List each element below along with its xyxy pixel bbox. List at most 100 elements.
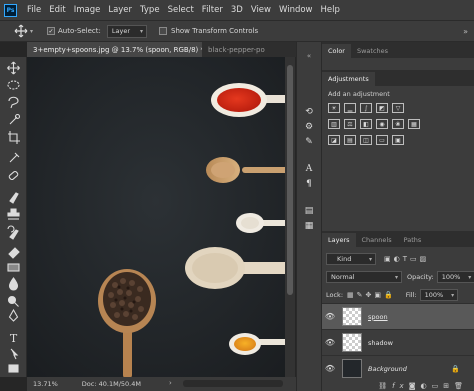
layer-name[interactable]: shadow: [368, 339, 393, 347]
zoom-level[interactable]: 13.71%: [33, 380, 58, 388]
layer-row-shadow[interactable]: 👁 shadow: [322, 329, 474, 355]
layer-filter-icons[interactable]: ▣◐T▭▨: [384, 255, 429, 263]
menu-file[interactable]: File: [27, 5, 41, 15]
character-icon[interactable]: A: [297, 161, 321, 176]
brush-settings-icon[interactable]: ✎: [297, 134, 321, 149]
status-bar: 13.71% Doc: 40.1M/50.4M ›: [27, 377, 296, 391]
collapse-icon[interactable]: «: [297, 52, 321, 64]
eyedropper-icon[interactable]: [9, 152, 20, 163]
properties-icon[interactable]: ⚙: [297, 119, 321, 134]
add-adjustment-label: Add an adjustment: [328, 90, 390, 98]
type-icon[interactable]: T: [10, 332, 18, 345]
vertical-scrollbar[interactable]: [285, 57, 295, 377]
posterize-icon[interactable]: ▤: [344, 135, 356, 145]
crop-icon[interactable]: [8, 131, 20, 144]
chevron-down-icon[interactable]: ▾: [30, 28, 33, 35]
adjustment-layer-icon[interactable]: ◐: [421, 382, 432, 390]
layer-filter-kind-dropdown[interactable]: Kind: [326, 253, 376, 265]
menu-layer[interactable]: Layer: [108, 5, 132, 15]
opacity-field[interactable]: 100%: [436, 271, 474, 283]
gradient-map-icon[interactable]: ▭: [376, 135, 388, 145]
move-tool-icon[interactable]: [14, 24, 28, 38]
color-lookup-icon[interactable]: ▦: [408, 119, 420, 129]
group-icon[interactable]: ▭: [432, 382, 444, 390]
styles-icon[interactable]: ▦: [297, 218, 321, 233]
lock-icons[interactable]: ▦✎✥▣🔒: [347, 291, 396, 299]
stamp-icon[interactable]: [7, 208, 20, 220]
history-icon[interactable]: ⟲: [297, 104, 321, 119]
mask-icon[interactable]: ◙: [409, 382, 421, 390]
photo-filter-icon[interactable]: ◉: [376, 119, 388, 129]
visibility-eye-icon[interactable]: 👁: [322, 364, 338, 373]
pen-icon[interactable]: [8, 308, 19, 322]
fx-icon[interactable]: fx: [392, 382, 409, 390]
invert-icon[interactable]: ◪: [328, 135, 340, 145]
tab-layers[interactable]: Layers: [322, 233, 356, 247]
menu-view[interactable]: View: [251, 5, 271, 15]
tab-channels[interactable]: Channels: [356, 233, 398, 247]
collapse-icon[interactable]: »: [463, 27, 468, 36]
tab-paths[interactable]: Paths: [398, 233, 428, 247]
new-layer-icon[interactable]: ⊞: [443, 382, 454, 390]
selective-color-icon[interactable]: ▣: [392, 135, 404, 145]
paragraph-icon[interactable]: ¶: [297, 176, 321, 191]
healing-icon[interactable]: [8, 170, 19, 181]
path-select-icon[interactable]: [10, 348, 19, 360]
rectangle-icon[interactable]: [8, 364, 19, 373]
marquee-icon[interactable]: [7, 80, 20, 90]
tab-color[interactable]: Color: [322, 44, 351, 58]
brightness-contrast-icon[interactable]: ☀: [328, 103, 340, 113]
link-icon[interactable]: ⛓: [378, 382, 392, 390]
menu-type[interactable]: Type: [140, 5, 160, 15]
status-arrow-icon[interactable]: ›: [169, 379, 172, 387]
blur-icon[interactable]: [8, 277, 19, 291]
tab-swatches[interactable]: Swatches: [351, 44, 394, 58]
layer-row-background[interactable]: 👁 Background 🔒: [322, 355, 474, 381]
menu-window[interactable]: Window: [279, 5, 313, 15]
dodge-icon[interactable]: [7, 295, 19, 307]
show-transform-checkbox[interactable]: [159, 27, 168, 35]
move-icon[interactable]: [7, 61, 20, 75]
layer-row-spoon[interactable]: 👁 spoon: [322, 303, 474, 329]
menu-3d[interactable]: 3D: [231, 5, 243, 15]
auto-select-checkbox[interactable]: ✓: [47, 27, 56, 35]
eraser-icon[interactable]: [8, 247, 20, 259]
menu-filter[interactable]: Filter: [202, 5, 223, 15]
horizontal-scrollbar[interactable]: [183, 380, 283, 387]
layer-name[interactable]: spoon: [368, 313, 388, 321]
blend-mode-dropdown[interactable]: Normal: [326, 271, 402, 283]
visibility-eye-icon[interactable]: 👁: [322, 338, 338, 347]
menu-image[interactable]: Image: [74, 5, 101, 15]
spoons-photo[interactable]: [27, 57, 285, 377]
vertical-scroll-thumb[interactable]: [287, 65, 293, 295]
document-canvas[interactable]: [27, 57, 285, 377]
black-white-icon[interactable]: ◧: [360, 119, 372, 129]
threshold-icon[interactable]: ◫: [360, 135, 372, 145]
brush-icon[interactable]: [9, 192, 19, 204]
trash-icon[interactable]: 🗑: [454, 382, 468, 390]
levels-icon[interactable]: ▁: [344, 103, 356, 113]
channel-mixer-icon[interactable]: ❀: [392, 119, 404, 129]
layer-name[interactable]: Background: [368, 365, 407, 373]
quick-select-icon[interactable]: [9, 113, 21, 125]
libraries-icon[interactable]: ▤: [297, 203, 321, 218]
gradient-icon[interactable]: [7, 263, 20, 272]
tab-adjustments[interactable]: Adjustments: [322, 72, 375, 86]
auto-select-target-dropdown[interactable]: Layer: [106, 24, 148, 38]
vibrance-icon[interactable]: ▽: [392, 103, 404, 113]
menu-select[interactable]: Select: [168, 5, 194, 15]
color-balance-icon[interactable]: ⚖: [344, 119, 356, 129]
exposure-icon[interactable]: ◩: [376, 103, 388, 113]
visibility-eye-icon[interactable]: 👁: [322, 312, 338, 321]
menu-edit[interactable]: Edit: [49, 5, 65, 15]
fill-field[interactable]: 100%: [419, 289, 459, 301]
lasso-icon[interactable]: [8, 96, 19, 109]
hue-saturation-icon[interactable]: ▥: [328, 119, 340, 129]
layers-footer-icons[interactable]: ⛓ fx ◙ ◐ ▭ ⊞ 🗑: [322, 380, 474, 391]
curves-icon[interactable]: ∫: [360, 103, 372, 113]
menu-help[interactable]: Help: [321, 5, 340, 15]
tab-inactive-document[interactable]: black-pepper-po: [202, 42, 296, 57]
history-brush-icon[interactable]: [7, 225, 19, 240]
adjustments-panel-tabs: Adjustments: [322, 70, 474, 86]
tab-active-document[interactable]: 3+empty+spoons.jpg @ 13.7% (spoon, RGB/8…: [27, 42, 202, 57]
